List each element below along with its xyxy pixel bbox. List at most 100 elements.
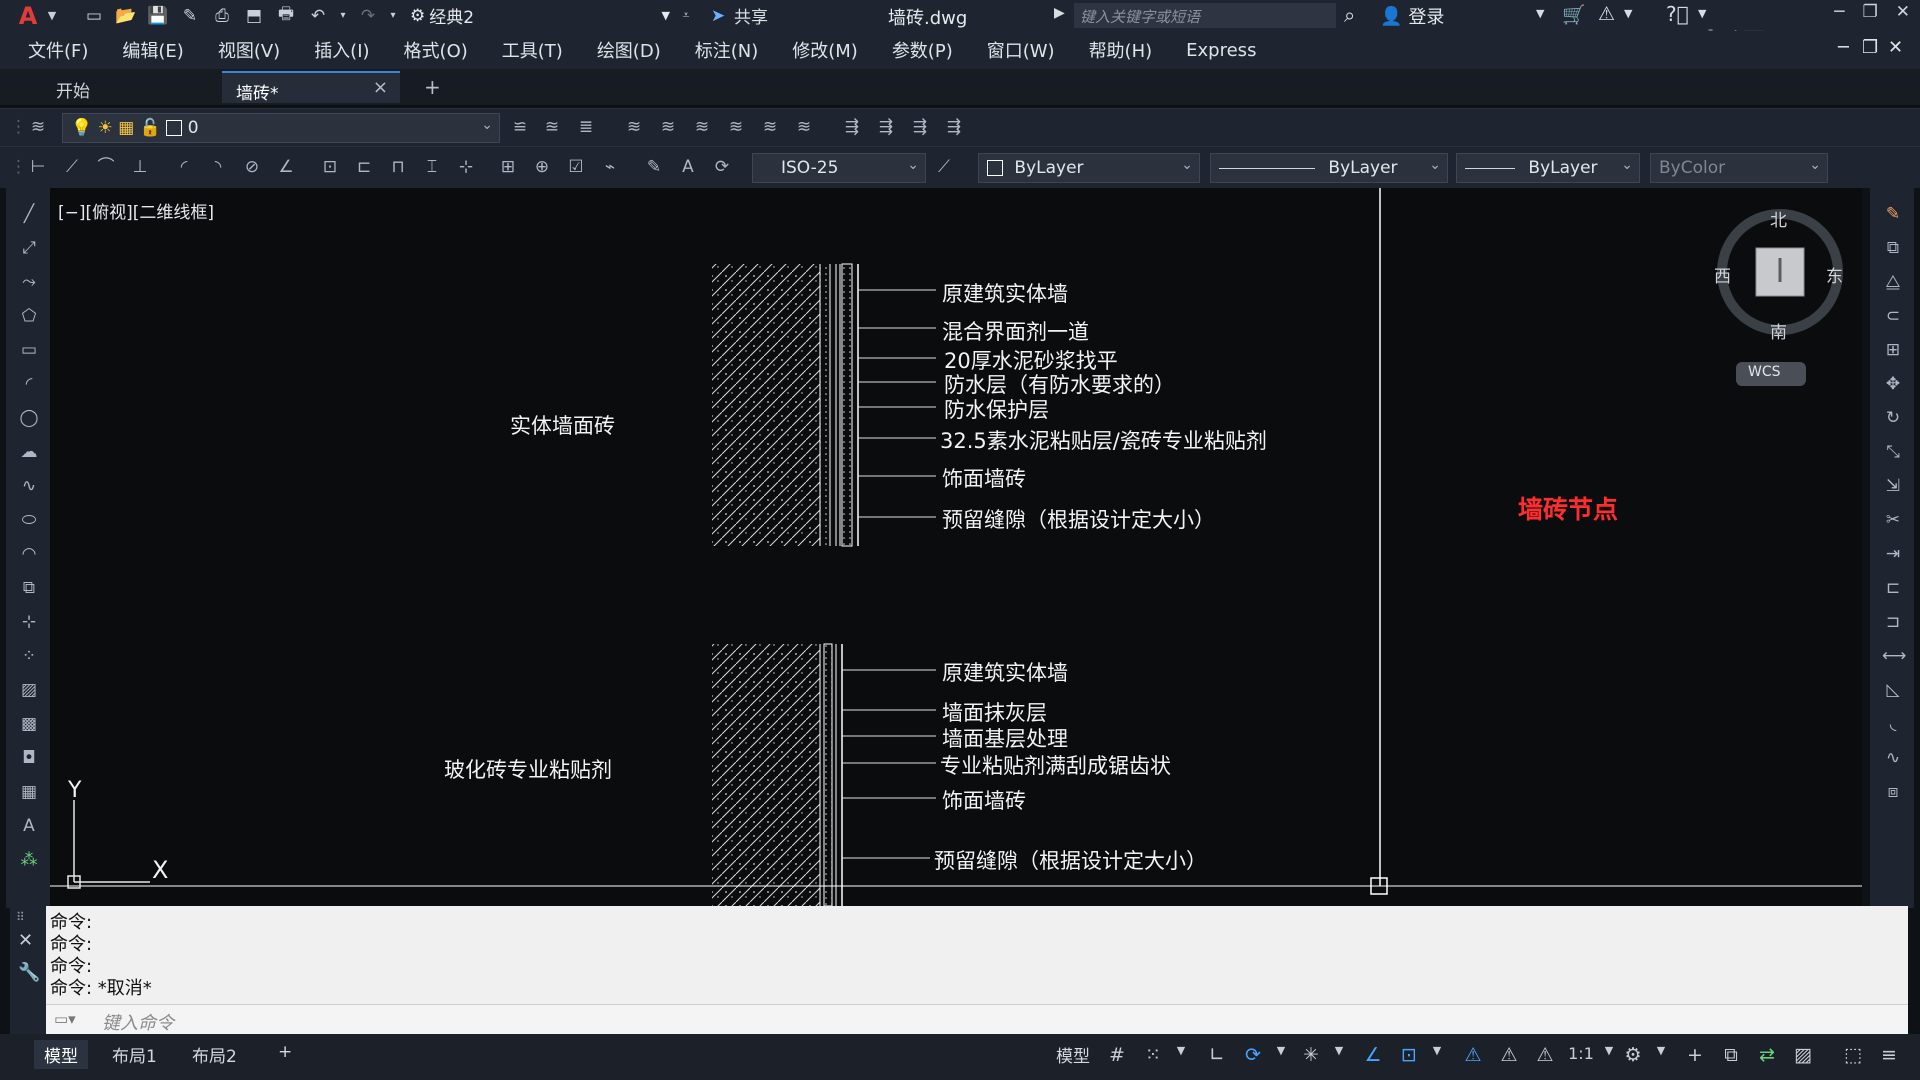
customize-toolbar-icon[interactable]: ⩡	[674, 5, 698, 27]
share-icon[interactable]: ➤	[706, 5, 730, 27]
web-mobile-icon[interactable]: ⬒	[242, 5, 266, 27]
save-as-icon[interactable]: ✎	[178, 5, 202, 27]
top-label-5[interactable]: 防水保护层	[944, 394, 1049, 424]
annotation-monitor-icon[interactable]: +	[1682, 1044, 1708, 1070]
login-dropdown-icon[interactable]: ▼	[1536, 7, 1544, 20]
new-file-icon[interactable]: ▭	[82, 5, 106, 27]
dimension-style-select[interactable]: ISO-25 ⌄	[752, 153, 926, 183]
redo-dropdown-icon[interactable]: ▾	[388, 5, 398, 27]
command-close-icon[interactable]: ✕	[18, 930, 33, 951]
jogged-dimension-icon[interactable]: ◝	[206, 155, 230, 179]
offset-icon[interactable]: ⊂	[1882, 306, 1904, 328]
break-icon[interactable]: ⊐	[1882, 612, 1904, 634]
top-label-6[interactable]: 32.5素水泥粘贴层/瓷砖专业粘贴剂	[940, 425, 1267, 455]
join-icon[interactable]: ⟷	[1882, 646, 1906, 668]
layer-properties-icon[interactable]: ≋	[26, 115, 50, 139]
layer-merge-icon[interactable]: ⇶	[840, 115, 864, 139]
menu-dimension[interactable]: 标注(N)	[695, 37, 759, 63]
angular-dimension-icon[interactable]: ∠	[274, 155, 298, 179]
extend-icon[interactable]: ⇥	[1882, 544, 1904, 566]
diameter-dimension-icon[interactable]: ⊘	[240, 155, 264, 179]
menu-help[interactable]: 帮助(H)	[1089, 37, 1153, 63]
doc-close-icon[interactable]: ✕	[1888, 37, 1903, 58]
viewcube-east[interactable]: 东	[1826, 262, 1843, 287]
menu-tools[interactable]: 工具(T)	[502, 37, 563, 63]
linetype-select[interactable]: ByLayer ⌄	[1210, 153, 1448, 183]
break-at-point-icon[interactable]: ⊏	[1882, 578, 1904, 600]
tolerance-icon[interactable]: ⊞	[496, 155, 520, 179]
table-icon[interactable]: ▦	[18, 782, 40, 804]
search-input[interactable]: 键入关键字或短语	[1074, 3, 1336, 28]
inspection-icon[interactable]: ☑	[564, 155, 588, 179]
menu-insert[interactable]: 插入(I)	[314, 37, 369, 63]
viewcube[interactable]	[1717, 209, 1843, 386]
app-dropdown-icon[interactable]: ▼	[1624, 7, 1632, 20]
circle-icon[interactable]: ◯	[18, 408, 40, 430]
array-icon[interactable]: ⊞	[1882, 340, 1904, 362]
autocad-logo-icon[interactable]: A	[14, 2, 42, 30]
doc-minimize-icon[interactable]: ─	[1838, 37, 1849, 58]
tab-start[interactable]: 开始	[42, 71, 212, 103]
revision-cloud-icon[interactable]: ☁	[18, 442, 40, 464]
layer-unisolate-icon[interactable]: ≋	[656, 115, 680, 139]
top-label-1[interactable]: 原建筑实体墙	[942, 278, 1068, 308]
help-icon[interactable]: ?⃝	[1666, 2, 1689, 26]
layer-delete-icon[interactable]: ⇶	[942, 115, 966, 139]
restore-icon[interactable]: ❐	[1863, 2, 1878, 22]
radius-dimension-icon[interactable]: ◜	[172, 155, 196, 179]
recent-commands-icon[interactable]: ▭▾	[54, 1010, 76, 1028]
copy-icon[interactable]: ⧉	[1882, 238, 1904, 260]
menu-draw[interactable]: 绘图(D)	[597, 37, 661, 63]
region-icon[interactable]: ◘	[18, 748, 40, 770]
add-layout-button[interactable]: +	[268, 1040, 302, 1064]
scale-icon[interactable]: ⤡	[1882, 442, 1904, 464]
blend-curves-icon[interactable]: ∿	[1882, 748, 1904, 770]
move-icon[interactable]: ✥	[1882, 374, 1904, 396]
print-icon[interactable]: 🖶	[274, 4, 298, 27]
undo-icon[interactable]: ↶	[306, 5, 330, 27]
layer-match-icon[interactable]: ≋	[690, 115, 714, 139]
object-snap-tracking-icon[interactable]: ∠	[1360, 1044, 1386, 1070]
tab-model[interactable]: 模型	[34, 1040, 88, 1069]
stretch-icon[interactable]: ⇲	[1882, 476, 1904, 498]
dimension-space-icon[interactable]: ⌶	[420, 155, 444, 179]
make-current-layer-icon[interactable]: ≌	[508, 115, 532, 139]
bottom-label-6[interactable]: 预留缝隙（根据设计定大小）	[934, 845, 1207, 875]
dimension-text-edit-icon[interactable]: A	[676, 155, 700, 179]
new-tab-button[interactable]: +	[424, 75, 441, 99]
hatch-icon[interactable]: ▨	[18, 680, 40, 702]
menu-window[interactable]: 窗口(W)	[987, 37, 1055, 63]
dimension-update-icon[interactable]: ⟳	[710, 155, 734, 179]
construction-line-icon[interactable]: ⤢	[18, 238, 40, 260]
expand-arrow-icon[interactable]: ▶	[1054, 5, 1065, 21]
command-customize-icon[interactable]: 🔧	[18, 962, 40, 983]
bottom-label-4[interactable]: 专业粘贴剂满刮成锯齿状	[940, 750, 1171, 780]
gradient-icon[interactable]: ▩	[18, 714, 40, 736]
graphics-performance-icon[interactable]: ▨	[1790, 1044, 1816, 1070]
model-space-toggle[interactable]: 模型	[1046, 1040, 1100, 1069]
dimension-break-icon[interactable]: ⊹	[454, 155, 478, 179]
viewcube-north[interactable]: 北	[1770, 206, 1787, 231]
rotate-icon[interactable]: ↻	[1882, 408, 1904, 430]
close-icon[interactable]: ✕	[1896, 2, 1910, 22]
login-button[interactable]: 👤 登录	[1380, 3, 1444, 29]
plotstyle-select[interactable]: ByColor ⌄	[1650, 153, 1828, 183]
scale-dropdown-icon[interactable]: ▼	[1596, 1044, 1622, 1070]
customization-menu-icon[interactable]: ≡	[1876, 1044, 1902, 1070]
menu-view[interactable]: 视图(V)	[218, 37, 280, 63]
undo-dropdown-icon[interactable]: ▾	[338, 5, 348, 27]
lineweight-select[interactable]: ByLayer ⌄	[1456, 153, 1640, 183]
minimize-icon[interactable]: ─	[1834, 2, 1844, 22]
bottom-label-1[interactable]: 原建筑实体墙	[942, 657, 1068, 687]
command-grip-icon[interactable]: ⠿	[16, 910, 25, 924]
layer-freeze-tool-icon[interactable]: ≋	[758, 115, 782, 139]
viewcube-south[interactable]: 南	[1770, 318, 1787, 343]
chamfer-icon[interactable]: ◺	[1882, 680, 1904, 702]
hardware-acceleration-icon[interactable]: ⇄	[1754, 1044, 1780, 1070]
menu-express[interactable]: Express	[1186, 40, 1256, 61]
continue-dimension-icon[interactable]: ⊓	[386, 155, 410, 179]
color-select[interactable]: ByLayer ⌄	[978, 153, 1200, 183]
polar-dropdown-icon[interactable]: ▼	[1268, 1044, 1294, 1070]
line-icon[interactable]: ╱	[18, 204, 40, 226]
command-input[interactable]: ▭▾ 键入命令	[46, 1004, 1908, 1034]
